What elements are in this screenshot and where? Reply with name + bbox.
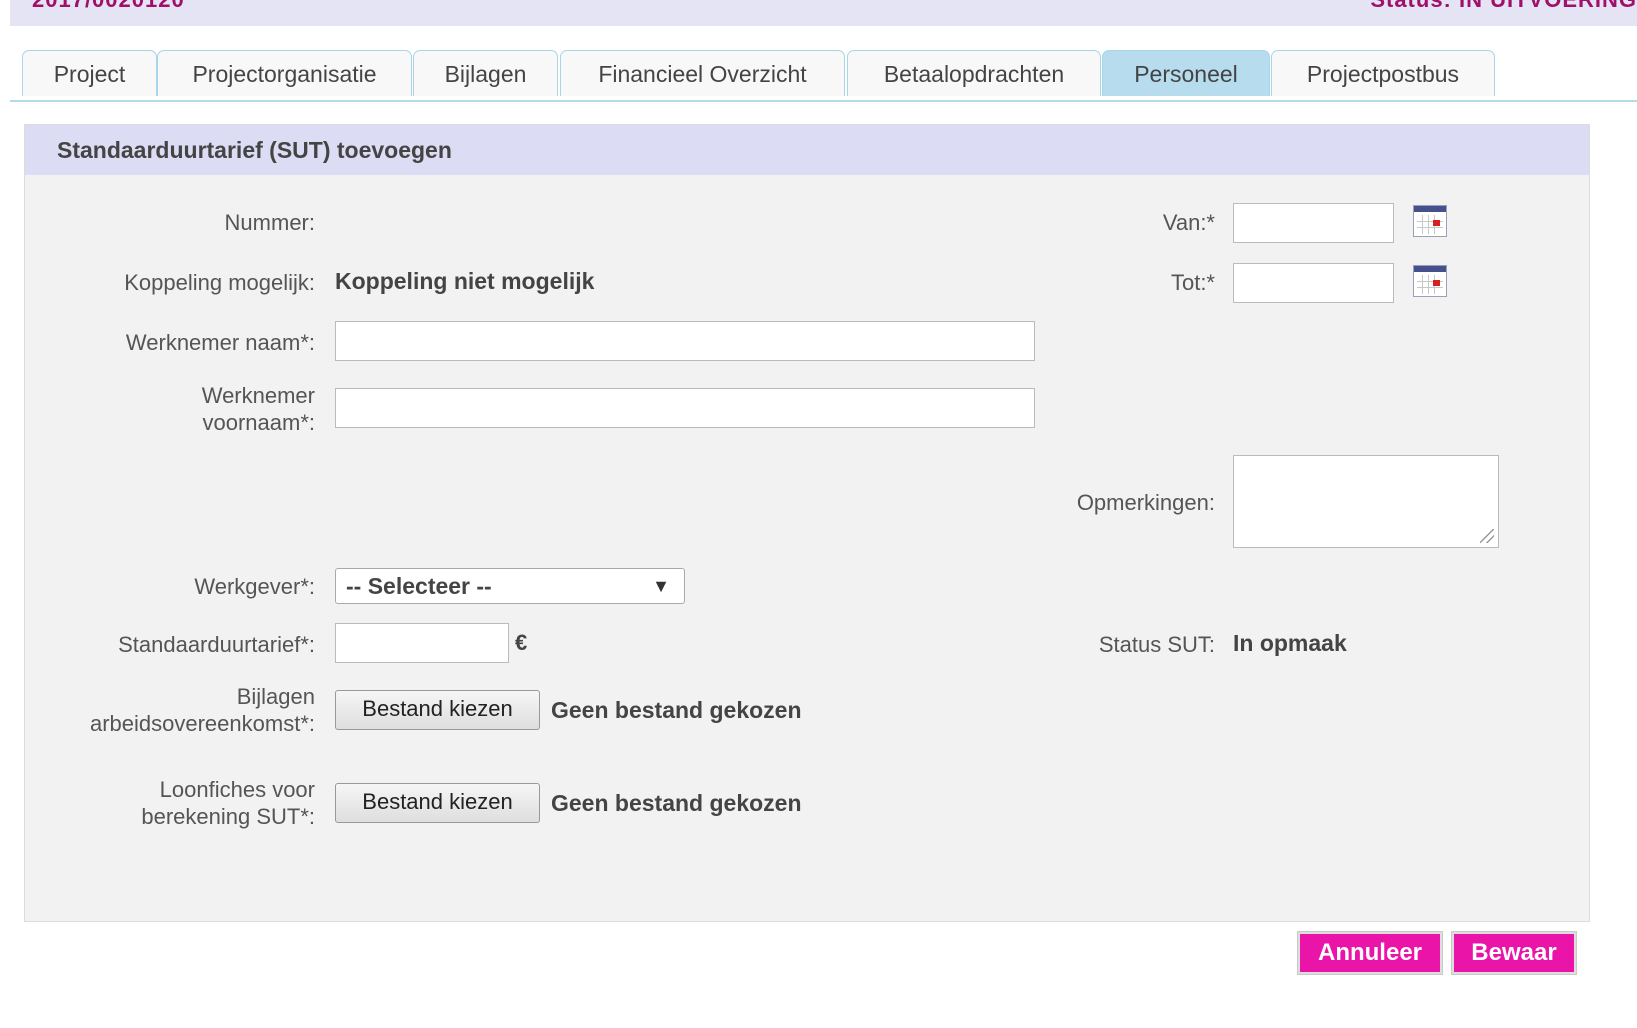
loonfiches-label-line2: berekening SUT*: — [141, 804, 315, 829]
sut-input[interactable] — [335, 623, 509, 663]
form-title: Standaarduurtarief (SUT) toevoegen — [57, 137, 452, 163]
sut-label: Standaarduurtarief*: — [118, 632, 315, 657]
tab-financieel-overzicht[interactable]: Financieel Overzicht — [560, 50, 845, 96]
dropdown-arrow-icon: ▼ — [652, 576, 670, 596]
loonfiches-label-line1: Loonfiches voor — [159, 777, 315, 802]
project-status: Status: IN UITVOERING — [1370, 0, 1637, 13]
van-label: Van:* — [1162, 210, 1215, 235]
loonfiches-choose-file-button[interactable]: Bestand kiezen — [335, 783, 540, 823]
bijlagen-label: Bijlagen arbeidsovereenkomst*: — [35, 683, 315, 737]
van-date-input[interactable] — [1233, 203, 1394, 243]
calendar-icon[interactable] — [1413, 205, 1447, 237]
tab-bar: Project Projectorganisatie Bijlagen Fina… — [10, 50, 1637, 102]
bewaar-button[interactable]: Bewaar — [1452, 932, 1576, 974]
bijlagen-file-status: Geen bestand gekozen — [551, 697, 802, 723]
bijlagen-label-line1: Bijlagen — [236, 684, 315, 709]
sut-form-panel: Standaarduurtarief (SUT) toevoegen Numme… — [24, 124, 1590, 922]
panel-header: Standaarduurtarief (SUT) toevoegen — [25, 125, 1589, 175]
opmerkingen-label: Opmerkingen: — [1076, 490, 1215, 515]
werkgever-label: Werkgever*: — [194, 574, 315, 599]
opmerkingen-textarea[interactable] — [1233, 455, 1499, 548]
currency-symbol: € — [515, 630, 528, 655]
tab-projectpostbus[interactable]: Projectpostbus — [1271, 50, 1495, 96]
loonfiches-file-status: Geen bestand gekozen — [551, 790, 802, 816]
status-sut-label: Status SUT: — [1098, 632, 1215, 657]
nummer-label: Nummer: — [224, 210, 315, 235]
werknemer-voornaam-input[interactable] — [335, 388, 1035, 428]
tab-betaalopdrachten[interactable]: Betaalopdrachten — [847, 50, 1101, 96]
werknemer-naam-label: Werknemer naam*: — [125, 330, 315, 355]
tab-personeel[interactable]: Personeel — [1102, 50, 1270, 96]
werknemer-voornaam-label-line1: Werknemer — [201, 383, 315, 408]
loonfiches-label: Loonfiches voor berekening SUT*: — [35, 776, 315, 830]
annuleer-button[interactable]: Annuleer — [1298, 932, 1442, 974]
project-number: 2017/0020120 — [32, 0, 185, 13]
tot-label: Tot:* — [1170, 270, 1215, 295]
top-status-bar: 2017/0020120 Status: IN UITVOERING — [10, 0, 1637, 26]
werkgever-selected-value: -- Selecteer -- — [346, 573, 492, 599]
status-sut-value: In opmaak — [1233, 630, 1347, 656]
werknemer-voornaam-label: Werknemer voornaam*: — [45, 382, 315, 436]
resize-handle-icon[interactable] — [1480, 529, 1494, 543]
calendar-icon[interactable] — [1413, 265, 1447, 297]
tot-date-input[interactable] — [1233, 263, 1394, 303]
tab-projectorganisatie[interactable]: Projectorganisatie — [157, 50, 412, 96]
werknemer-voornaam-label-line2: voornaam*: — [202, 410, 315, 435]
werkgever-select[interactable]: -- Selecteer -- ▼ — [335, 568, 685, 604]
tab-project[interactable]: Project — [22, 50, 157, 96]
tab-bijlagen[interactable]: Bijlagen — [413, 50, 558, 96]
bijlagen-choose-file-button[interactable]: Bestand kiezen — [335, 690, 540, 730]
bijlagen-label-line2: arbeidsovereenkomst*: — [89, 711, 315, 736]
koppeling-label: Koppeling mogelijk: — [124, 270, 315, 295]
koppeling-value: Koppeling niet mogelijk — [335, 268, 595, 294]
werknemer-naam-input[interactable] — [335, 321, 1035, 361]
